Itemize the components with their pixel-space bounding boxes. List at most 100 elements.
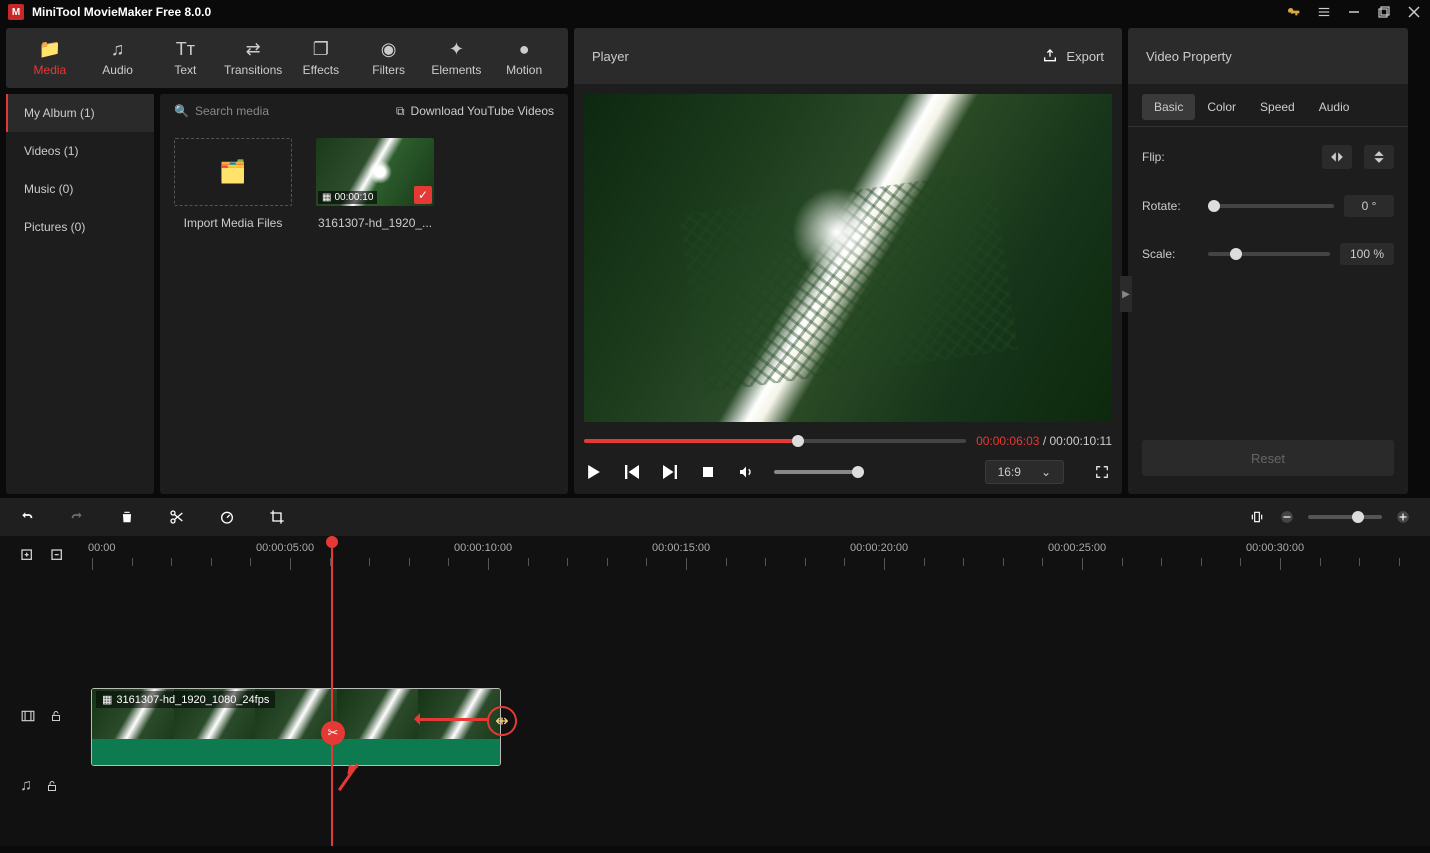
tab-label: Motion (506, 63, 542, 77)
reset-button[interactable]: Reset (1142, 440, 1394, 476)
ruler-label: 00:00:10:00 (454, 542, 512, 554)
tab-label: Color (1207, 100, 1236, 114)
properties-panel: Video Property Basic Color Speed Audio F… (1128, 28, 1408, 494)
player-progress[interactable]: 00:00:06:03 / 00:00:10:11 (584, 432, 1112, 450)
tab-audio[interactable]: ♫ Audio (84, 39, 152, 77)
lock-icon[interactable] (46, 779, 58, 793)
export-button[interactable]: Export (1042, 48, 1104, 64)
ruler-label: 00:00:05:00 (256, 542, 314, 554)
tab-text[interactable]: Tᴛ Text (152, 39, 220, 77)
stop-button[interactable] (698, 462, 718, 482)
sidebar-item-pictures[interactable]: Pictures (0) (6, 208, 154, 246)
zoom-in-button[interactable] (1394, 508, 1412, 526)
tab-label: Speed (1260, 100, 1295, 114)
flip-label: Flip: (1142, 150, 1198, 164)
timeline-clip[interactable]: ▦ 3161307-hd_1920_1080_24fps (91, 688, 501, 766)
tab-media[interactable]: 📁 Media (16, 39, 84, 77)
minimize-icon[interactable] (1346, 4, 1362, 20)
tab-label: Audio (102, 63, 133, 77)
flip-horizontal-button[interactable] (1322, 145, 1352, 169)
play-button[interactable] (584, 462, 604, 482)
reset-label: Reset (1251, 451, 1285, 466)
crop-button[interactable] (268, 508, 286, 526)
fit-zoom-button[interactable] (1248, 508, 1266, 526)
redo-button[interactable] (68, 508, 86, 526)
speed-button[interactable] (218, 508, 236, 526)
menu-icon[interactable] (1316, 4, 1332, 20)
undo-button[interactable] (18, 508, 36, 526)
scale-label: Scale: (1142, 247, 1198, 261)
volume-slider[interactable] (774, 470, 864, 474)
import-label: Import Media Files (174, 216, 292, 230)
prop-tab-basic[interactable]: Basic (1142, 94, 1195, 120)
import-media-button[interactable]: 🗂️ (174, 138, 292, 206)
lock-icon[interactable] (50, 709, 62, 723)
player-preview[interactable] (584, 94, 1112, 422)
folder-icon: 🗂️ (219, 159, 246, 185)
ruler-label: 00:00 (88, 542, 116, 554)
scale-slider[interactable] (1208, 252, 1330, 256)
timeline[interactable]: ♫ 00:00 00:00:05:00 00:00:10:00 00:00:15… (0, 536, 1430, 846)
transitions-icon: ⇄ (246, 39, 261, 59)
clip-name: 3161307-hd_1920_... (316, 216, 434, 230)
search-input[interactable]: 🔍 Search media (174, 104, 396, 118)
tab-effects[interactable]: ❐ Effects (287, 39, 355, 77)
prev-frame-button[interactable] (622, 462, 642, 482)
player-title: Player (592, 49, 629, 64)
tab-elements[interactable]: ✦ Elements (423, 39, 491, 77)
properties-title: Video Property (1146, 49, 1232, 64)
zoom-out-button[interactable] (1278, 508, 1296, 526)
annotation-arrow (356, 764, 406, 804)
tab-label: Text (174, 63, 196, 77)
folder-icon: 📁 (39, 39, 61, 59)
rotate-label: Rotate: (1142, 199, 1198, 213)
download-youtube-button[interactable]: ⧉ Download YouTube Videos (396, 104, 554, 119)
prop-tab-color[interactable]: Color (1195, 94, 1248, 120)
rotate-value[interactable]: 0 ° (1344, 195, 1394, 217)
delete-button[interactable] (118, 508, 136, 526)
player-time: 00:00:06:03 / 00:00:10:11 (976, 434, 1112, 448)
trim-handle-annotation-icon: ⇹ (487, 706, 517, 736)
sidebar-item-myalbum[interactable]: My Album (1) (6, 94, 154, 132)
timeline-toolbar (0, 498, 1430, 536)
audio-track-icon: ♫ (20, 777, 32, 795)
flip-vertical-button[interactable] (1364, 145, 1394, 169)
rotate-slider[interactable] (1208, 204, 1334, 208)
add-track-button[interactable] (20, 548, 36, 564)
volume-icon[interactable] (736, 462, 756, 482)
aspect-ratio-select[interactable]: 16:9 ⌄ (985, 460, 1064, 484)
app-logo: M (8, 4, 24, 20)
zoom-slider[interactable] (1308, 515, 1382, 519)
timeline-ruler[interactable]: 00:00 00:00:05:00 00:00:10:00 00:00:15:0… (80, 536, 1430, 576)
playhead[interactable] (331, 536, 333, 846)
sidebar-item-videos[interactable]: Videos (1) (6, 132, 154, 170)
next-frame-button[interactable] (660, 462, 680, 482)
tab-motion[interactable]: ● Motion (490, 39, 558, 77)
prop-tab-speed[interactable]: Speed (1248, 94, 1307, 120)
close-icon[interactable] (1406, 4, 1422, 20)
tab-label: Filters (372, 63, 405, 77)
sidebar-item-music[interactable]: Music (0) (6, 170, 154, 208)
ruler-label: 00:00:30:00 (1246, 542, 1304, 554)
maximize-icon[interactable] (1376, 4, 1392, 20)
annotation-arrow (408, 716, 488, 722)
tab-filters[interactable]: ◉ Filters (355, 39, 423, 77)
key-icon[interactable] (1286, 4, 1302, 20)
panel-collapse-handle[interactable]: ▶ (1120, 276, 1132, 312)
effects-icon: ❐ (313, 39, 329, 59)
aspect-value: 16:9 (998, 465, 1021, 479)
check-icon: ✓ (414, 186, 432, 204)
total-time: 00:00:10:11 (1049, 434, 1112, 448)
media-clip[interactable]: ▦ 00:00:10 ✓ 3161307-hd_1920_... (316, 138, 434, 230)
fullscreen-button[interactable] (1092, 462, 1112, 482)
tab-label: Elements (431, 63, 481, 77)
motion-icon: ● (519, 39, 530, 59)
tab-label: Basic (1154, 100, 1183, 114)
scale-value[interactable]: 100 % (1340, 243, 1394, 265)
remove-track-button[interactable] (50, 548, 66, 564)
tab-transitions[interactable]: ⇄ Transitions (219, 39, 287, 77)
chevron-down-icon: ⌄ (1041, 465, 1051, 479)
prop-tab-audio[interactable]: Audio (1307, 94, 1362, 120)
split-button[interactable] (168, 508, 186, 526)
export-label: Export (1066, 49, 1104, 64)
